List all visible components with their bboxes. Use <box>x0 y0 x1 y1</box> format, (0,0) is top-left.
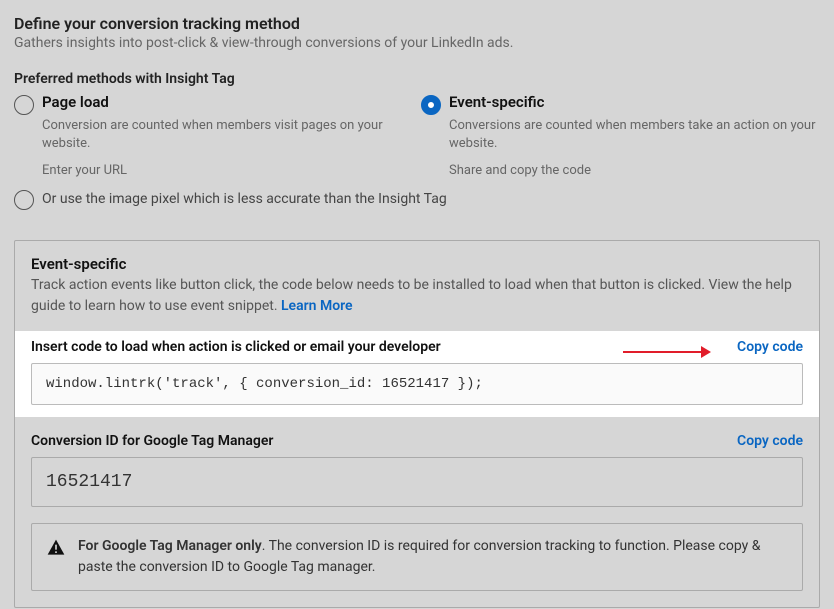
radio-event-specific[interactable] <box>421 95 441 115</box>
method-page-load[interactable]: Page load Conversion are counted when me… <box>14 93 413 178</box>
alert-icon <box>46 538 66 558</box>
radio-image-pixel[interactable] <box>14 190 34 210</box>
code-snippet-box[interactable]: window.lintrk('track', { conversion_id: … <box>31 363 803 405</box>
method-image-pixel[interactable]: Or use the image pixel which is less acc… <box>14 188 820 210</box>
method-event-specific-cta: Share and copy the code <box>449 163 820 178</box>
method-image-pixel-label: Or use the image pixel which is less acc… <box>42 191 447 207</box>
event-specific-panel: Event-specific Track action events like … <box>14 240 820 608</box>
method-event-specific-title: Event-specific <box>449 93 820 111</box>
gtm-notice: For Google Tag Manager only. The convers… <box>31 523 803 591</box>
event-panel-desc-text: Track action events like button click, t… <box>31 277 792 314</box>
learn-more-link[interactable]: Learn More <box>281 298 353 314</box>
method-page-load-cta: Enter your URL <box>42 163 413 178</box>
event-panel-desc: Track action events like button click, t… <box>31 275 803 317</box>
event-panel-title: Event-specific <box>31 255 803 273</box>
method-page-load-desc: Conversion are counted when members visi… <box>42 117 413 153</box>
preferred-methods-label: Preferred methods with Insight Tag <box>14 71 820 87</box>
methods-row: Page load Conversion are counted when me… <box>14 93 820 178</box>
copy-code-button[interactable]: Copy code <box>737 339 803 355</box>
radio-page-load[interactable] <box>14 95 34 115</box>
gtm-block: Conversion ID for Google Tag Manager Cop… <box>31 433 803 591</box>
gtm-notice-text: For Google Tag Manager only. The convers… <box>78 536 788 578</box>
gtm-label: Conversion ID for Google Tag Manager <box>31 433 273 449</box>
insert-code-label: Insert code to load when action is click… <box>31 339 441 355</box>
copy-gtm-id-button[interactable]: Copy code <box>737 433 803 449</box>
page-subtitle: Gathers insights into post-click & view-… <box>14 35 820 51</box>
page-title: Define your conversion tracking method <box>14 14 820 33</box>
method-page-load-title: Page load <box>42 93 413 111</box>
method-event-specific-desc: Conversions are counted when members tak… <box>449 117 820 153</box>
method-event-specific[interactable]: Event-specific Conversions are counted w… <box>421 93 820 178</box>
gtm-notice-bold: For Google Tag Manager only <box>78 538 262 554</box>
code-highlight-block: Insert code to load when action is click… <box>15 331 819 417</box>
gtm-id-box[interactable]: 16521417 <box>31 457 803 507</box>
